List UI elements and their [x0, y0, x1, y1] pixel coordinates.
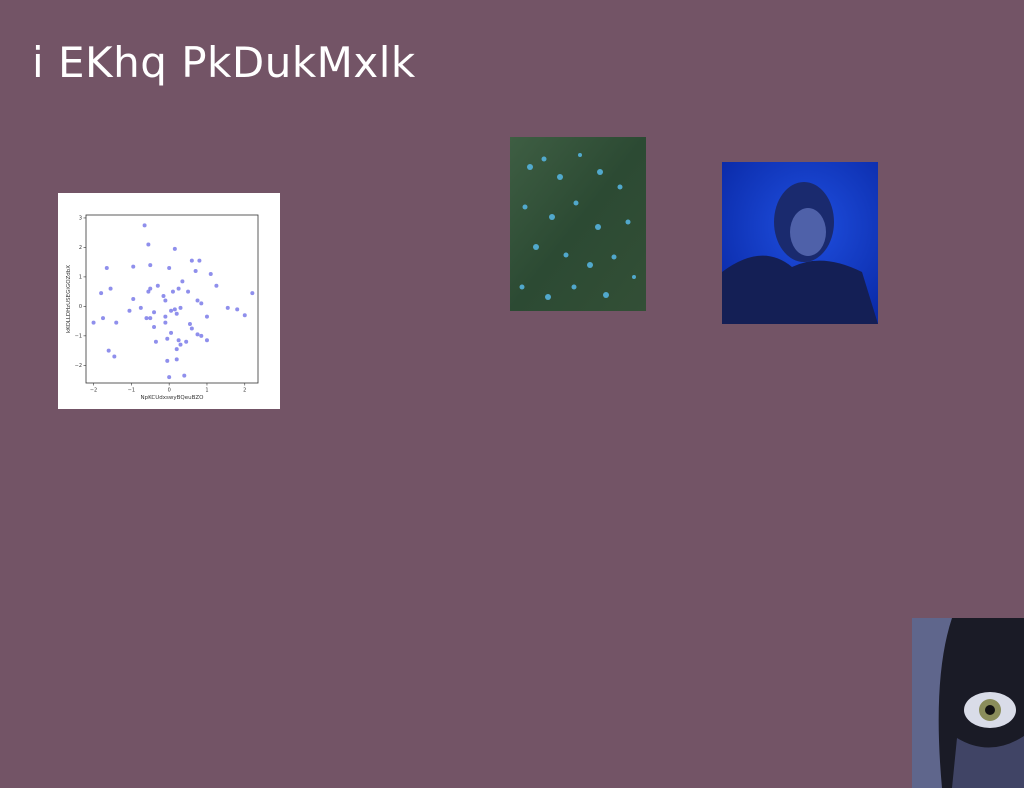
- y-tick-label: 1: [79, 275, 82, 281]
- scatter-point: [131, 297, 136, 301]
- scatter-point: [169, 308, 174, 313]
- scatter-point: [167, 266, 172, 271]
- scatter-point: [155, 283, 160, 288]
- scatter-point: [182, 373, 187, 378]
- scatter-point: [108, 286, 113, 291]
- scatter-point: [106, 348, 111, 353]
- scatter-point: [161, 294, 166, 299]
- scatter-point: [104, 266, 109, 271]
- close-up-eye-photo: [912, 618, 1024, 788]
- scatter-point: [178, 305, 183, 310]
- scatter-chart: −2 −1 0 1 2 −2 −1 0 1 2 3 NpKCUdxswyBQeuBZO kKOLLD…: [58, 193, 280, 409]
- scatter-point: [176, 286, 181, 291]
- scatter-point: [131, 264, 136, 269]
- x-tick-label: 0: [168, 388, 171, 394]
- axis-ticks: −2 −1 0 1 2 −2 −1 0 1 2 3: [75, 216, 247, 394]
- scatter-point: [114, 320, 119, 325]
- scatter-point: [127, 308, 132, 313]
- scatter-point: [138, 305, 143, 310]
- plot-area-frame: [85, 214, 259, 384]
- scatter-point: [193, 269, 198, 273]
- scatter-point: [163, 320, 168, 325]
- x-tick-label: −1: [128, 388, 135, 394]
- scatter-point: [174, 311, 179, 316]
- scatter-point: [184, 339, 189, 344]
- scatter-point: [195, 332, 200, 337]
- scatter-point: [91, 320, 96, 325]
- scatter-point: [204, 314, 209, 319]
- scatter-point: [101, 316, 106, 321]
- scatter-point: [176, 338, 181, 343]
- y-tick-label: 3: [79, 216, 82, 222]
- scatter-point: [146, 289, 151, 294]
- scatter-point: [153, 339, 158, 344]
- scatter-point: [144, 316, 149, 321]
- scatter-point: [172, 307, 177, 312]
- scatter-point: [99, 291, 104, 296]
- x-tick-label: 1: [205, 388, 208, 394]
- scatter-point: [189, 258, 194, 263]
- scatter-point: [172, 246, 177, 251]
- y-axis-label: kKOLLDHzUSEGiGOZdbX: [66, 265, 72, 333]
- scatter-point: [152, 325, 157, 329]
- scatter-point: [189, 326, 194, 331]
- slide-title: i EKhq PkDukMxlk: [32, 38, 416, 87]
- scatter-point: [195, 298, 200, 303]
- scatter-plot-svg: −2 −1 0 1 2 −2 −1 0 1 2 3 NpKCUdxswyBQeuBZO kKOLLD…: [66, 214, 259, 401]
- scatter-point: [148, 316, 153, 321]
- scatter-point: [167, 375, 172, 380]
- blue-lit-portrait-photo: [722, 162, 878, 324]
- scatter-point: [174, 357, 179, 362]
- scatter-point: [112, 354, 117, 359]
- scatter-point: [199, 301, 204, 306]
- scatter-point: [199, 333, 204, 338]
- scatter-point: [225, 305, 230, 310]
- scatter-point: [178, 342, 183, 347]
- y-tick-label: −2: [75, 363, 82, 369]
- scatter-point: [180, 279, 185, 284]
- scatter-point: [152, 310, 157, 315]
- x-axis-label: NpKCUdxswyBQeuBZO: [141, 395, 205, 401]
- scatter-point: [214, 283, 219, 288]
- scatter-point: [146, 242, 151, 247]
- scatter-point: [197, 258, 202, 263]
- y-tick-label: 2: [79, 245, 82, 251]
- scatter-point: [170, 289, 175, 294]
- scatter-point: [186, 289, 191, 294]
- scatter-point: [204, 338, 209, 343]
- scatter-point: [163, 314, 168, 319]
- scatter-point: [165, 358, 170, 363]
- scatter-point: [174, 347, 179, 352]
- scatter-point: [165, 336, 170, 341]
- scatter-point: [250, 291, 255, 296]
- data-points: [91, 223, 255, 380]
- scatter-point: [208, 271, 213, 276]
- scatter-point: [187, 322, 192, 327]
- scatter-point: [142, 223, 147, 228]
- scatter-point: [242, 313, 247, 318]
- scatter-point: [148, 263, 153, 268]
- scatter-point: [163, 298, 168, 303]
- y-tick-label: −1: [75, 334, 82, 340]
- moss-with-blue-flowers-photo: [510, 137, 646, 311]
- scatter-point: [235, 307, 240, 312]
- scatter-point: [169, 330, 174, 335]
- x-tick-label: −2: [90, 388, 97, 394]
- y-tick-label: 0: [79, 304, 82, 310]
- x-tick-label: 2: [243, 388, 246, 394]
